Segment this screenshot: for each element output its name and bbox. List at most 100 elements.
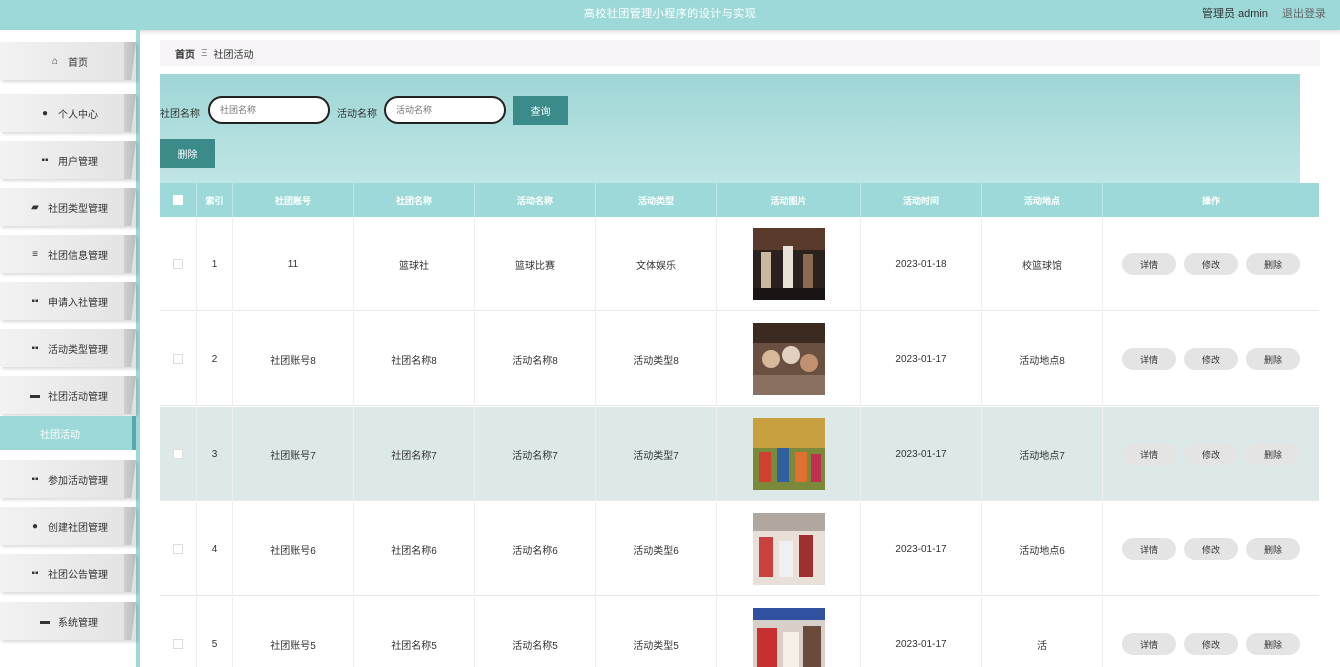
select-all-checkbox[interactable]	[173, 195, 183, 205]
sidebar-item-label: 社团活动管理	[48, 391, 108, 403]
club-name-label: 社团名称	[160, 109, 200, 120]
sidebar-item-participation[interactable]: ▪▪ 参加活动管理	[0, 460, 136, 498]
activity-photo[interactable]	[752, 323, 825, 395]
delete-button[interactable]: 删除	[1246, 538, 1300, 560]
delete-button[interactable]: 删除	[1246, 348, 1300, 370]
sidebar-item-club-activities[interactable]: ▬ 社团活动管理	[0, 376, 136, 414]
sidebar-item-announcements[interactable]: ▪▪ 社团公告管理	[0, 554, 136, 592]
cell-time: 2023-01-17	[861, 407, 982, 501]
cell-account: 社团账号5	[233, 597, 354, 667]
cell-club: 社团名称8	[354, 312, 475, 406]
row-checkbox[interactable]	[173, 544, 183, 554]
sidebar-item-club-types[interactable]: ▰ 社团类型管理	[0, 188, 136, 226]
delete-button[interactable]: 删除	[1246, 443, 1300, 465]
row-select-cell	[160, 217, 197, 311]
edit-button[interactable]: 修改	[1184, 443, 1238, 465]
top-header: 高校社团管理小程序的设计与实现 管理员 admin 退出登录	[0, 0, 1340, 30]
sidebar-item-activity-types[interactable]: ▪▪ 活动类型管理	[0, 329, 136, 367]
sidebar-item-label: 系统管理	[58, 617, 98, 629]
cell-actions: 详情 修改 删除	[1103, 407, 1319, 501]
col-header-place: 活动地点	[982, 183, 1103, 217]
cell-image	[717, 407, 861, 501]
table-header: 索引 社团账号 社团名称 活动名称 活动类型 活动图片 活动时间 活动地点 操作	[160, 183, 1319, 217]
activity-photo[interactable]	[752, 513, 825, 585]
detail-button[interactable]: 详情	[1122, 633, 1176, 655]
monitor-icon: ▬	[40, 615, 50, 627]
current-user: 管理员 admin	[1201, 8, 1268, 20]
sidebar-item-join-requests[interactable]: ▪▪ 申请入社管理	[0, 282, 136, 320]
grid-icon: ▪▪	[31, 295, 39, 307]
edit-button[interactable]: 修改	[1184, 538, 1238, 560]
delete-button[interactable]: 删除	[1246, 253, 1300, 275]
sidebar-item-label: 社团信息管理	[48, 250, 108, 262]
col-header-index: 索引	[197, 183, 233, 217]
row-checkbox[interactable]	[173, 639, 183, 649]
detail-button[interactable]: 详情	[1122, 348, 1176, 370]
breadcrumb: 首页 Ξ 社团活动	[160, 40, 1320, 66]
logout-link[interactable]: 退出登录	[1282, 5, 1326, 21]
cell-image	[717, 597, 861, 667]
cell-type: 文体娱乐	[596, 217, 717, 311]
sidebar: ⌂ 首页 ● 个人中心 ▪▪ 用户管理 ▰ 社团类型管理 ≡ 社团信息管理 ▪▪…	[0, 30, 140, 667]
sidebar-item-profile[interactable]: ● 个人中心	[0, 94, 136, 132]
cell-time: 2023-01-17	[861, 597, 982, 667]
batch-delete-button[interactable]: 删除	[160, 139, 215, 168]
cell-account: 社团账号7	[233, 407, 354, 501]
delete-button[interactable]: 删除	[1246, 633, 1300, 655]
activity-photo[interactable]	[752, 418, 825, 490]
row-checkbox[interactable]	[173, 354, 183, 364]
row-select-cell	[160, 597, 197, 667]
row-checkbox[interactable]	[173, 259, 183, 269]
user-icon: ●	[41, 107, 49, 119]
cell-type: 活动类型5	[596, 597, 717, 667]
cell-index: 5	[197, 597, 233, 667]
cell-type: 活动类型8	[596, 312, 717, 406]
sidebar-item-home[interactable]: ⌂ 首页	[0, 42, 136, 80]
activity-photo[interactable]	[752, 608, 825, 667]
sidebar-item-system[interactable]: ▬ 系统管理	[0, 602, 136, 640]
activity-name-input[interactable]	[384, 96, 506, 124]
table-row: 4 社团账号6 社团名称6 活动名称6 活动类型6 2023-01-17 活动地…	[160, 502, 1319, 596]
edit-button[interactable]: 修改	[1184, 253, 1238, 275]
detail-button[interactable]: 详情	[1122, 443, 1176, 465]
activity-photo[interactable]	[752, 228, 825, 300]
grid-icon: ▪▪	[31, 567, 39, 579]
sidebar-item-label: 创建社团管理	[48, 522, 108, 534]
grid-icon: ▪▪	[31, 342, 39, 354]
club-name-input[interactable]	[208, 96, 330, 124]
cell-account: 11	[233, 217, 354, 311]
query-button[interactable]: 查询	[513, 96, 568, 125]
select-all-cell	[160, 183, 197, 217]
edit-button[interactable]: 修改	[1184, 633, 1238, 655]
sidebar-item-label: 活动类型管理	[48, 344, 108, 356]
sidebar-item-label: 首页	[68, 57, 88, 69]
cell-actions: 详情 修改 删除	[1103, 502, 1319, 596]
sidebar-item-label: 社团公告管理	[48, 569, 108, 581]
sidebar-item-label: 用户管理	[58, 156, 98, 168]
cell-time: 2023-01-17	[861, 502, 982, 596]
edit-button[interactable]: 修改	[1184, 348, 1238, 370]
sidebar-item-label: 参加活动管理	[48, 475, 108, 487]
home-icon: ⌂	[51, 55, 59, 67]
cell-activity: 篮球比赛	[475, 217, 596, 311]
col-header-actions: 操作	[1201, 195, 1220, 206]
cell-image	[717, 502, 861, 596]
cell-club: 社团名称6	[354, 502, 475, 596]
grid-icon: ▪▪	[41, 154, 49, 166]
breadcrumb-current: 社团活动	[213, 49, 254, 61]
cell-actions: 详情 修改 删除	[1103, 312, 1319, 406]
breadcrumb-separator: Ξ	[201, 47, 208, 59]
cell-activity: 活动名称8	[475, 312, 596, 406]
detail-button[interactable]: 详情	[1122, 253, 1176, 275]
sidebar-item-club-info[interactable]: ≡ 社团信息管理	[0, 235, 136, 273]
cell-club: 社团名称7	[354, 407, 475, 501]
cell-club: 篮球社	[354, 217, 475, 311]
breadcrumb-home[interactable]: 首页	[175, 46, 195, 61]
cell-actions: 详情 修改 删除	[1103, 217, 1319, 311]
sidebar-subitem-club-activity[interactable]: 社团活动	[0, 416, 136, 450]
row-checkbox[interactable]	[173, 449, 183, 459]
sidebar-item-users[interactable]: ▪▪ 用户管理	[0, 141, 136, 179]
sidebar-item-create-club[interactable]: ● 创建社团管理	[0, 507, 136, 545]
detail-button[interactable]: 详情	[1122, 538, 1176, 560]
sidebar-item-label: 申请入社管理	[48, 297, 108, 309]
